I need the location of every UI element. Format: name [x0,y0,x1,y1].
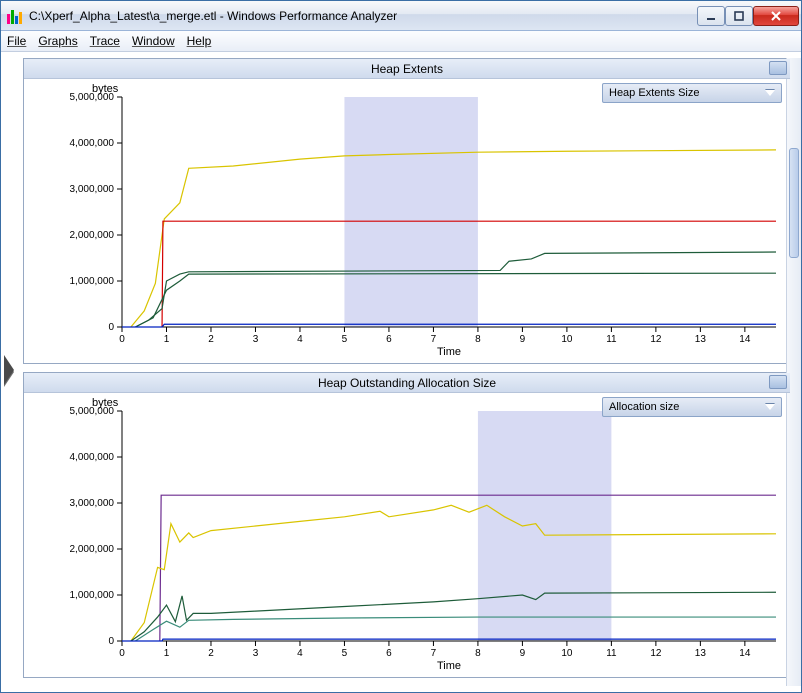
svg-text:5,000,000: 5,000,000 [70,406,115,417]
svg-text:4,000,000: 4,000,000 [70,138,115,149]
svg-text:3: 3 [253,334,259,345]
chevron-down-icon [765,90,775,96]
svg-text:6: 6 [386,334,392,345]
svg-text:2,000,000: 2,000,000 [70,544,115,555]
svg-text:2: 2 [208,648,214,659]
chart-heap-outstanding[interactable]: 0 1,000,000 2,000,000 3,000,000 4,000,000 5,0… [44,395,782,673]
menu-help[interactable]: Help [187,34,212,48]
chart-heap-extents[interactable]: 0 1,000,000 2,000,000 3,000,000 4,000,000 5,0… [44,81,782,359]
svg-text:11: 11 [606,334,617,345]
svg-text:3,000,000: 3,000,000 [70,498,115,509]
svg-text:4: 4 [297,648,303,659]
svg-text:4,000,000: 4,000,000 [70,452,115,463]
svg-text:10: 10 [561,648,573,659]
svg-text:11: 11 [606,648,617,659]
svg-text:8: 8 [475,648,481,659]
maximize-button[interactable] [725,6,753,26]
svg-text:1,000,000: 1,000,000 [70,590,115,601]
svg-text:13: 13 [695,334,707,345]
svg-text:1: 1 [164,648,170,659]
svg-text:0: 0 [119,648,125,659]
svg-text:2: 2 [208,334,214,345]
collapse-button[interactable] [769,375,787,389]
svg-text:6: 6 [386,648,392,659]
svg-text:3: 3 [253,648,259,659]
menu-trace[interactable]: Trace [90,34,120,48]
minimize-icon [706,11,716,21]
panel-heap-extents: Heap Extents Heap Extents Size bytes 01,… [23,58,791,364]
svg-text:5,000,000: 5,000,000 [70,92,115,103]
svg-text:12: 12 [650,334,662,345]
svg-text:14: 14 [739,334,751,345]
svg-text:0: 0 [119,334,125,345]
app-icon [7,8,23,24]
svg-text:2,000,000: 2,000,000 [70,230,115,241]
svg-text:14: 14 [739,648,751,659]
chevron-right-icon [2,353,16,391]
svg-text:9: 9 [520,648,526,659]
titlebar[interactable]: C:\Xperf_Alpha_Latest\a_merge.etl - Wind… [1,1,801,31]
svg-text:1,000,000: 1,000,000 [70,276,115,287]
svg-text:7: 7 [431,334,437,345]
menu-file[interactable]: File [7,34,26,48]
minimize-button[interactable] [697,6,725,26]
legend-dropdown[interactable]: Allocation size [602,397,782,417]
client-area: Heap Extents Heap Extents Size bytes 01,… [1,52,801,692]
svg-text:9: 9 [520,334,526,345]
svg-text:7: 7 [431,648,437,659]
svg-text:12: 12 [650,648,662,659]
panel-header[interactable]: Heap Outstanding Allocation Size [24,373,790,393]
legend-dropdown[interactable]: Heap Extents Size [602,83,782,103]
menu-window[interactable]: Window [132,34,175,48]
svg-text:Time: Time [437,346,461,358]
chevron-down-icon [765,404,775,410]
panel-title: Heap Extents [371,62,443,76]
svg-text:0: 0 [108,322,114,333]
svg-text:3,000,000: 3,000,000 [70,184,115,195]
close-button[interactable] [753,6,799,26]
window-controls [697,6,799,26]
legend-label: Allocation size [609,401,679,413]
side-expand-tab[interactable] [1,351,17,393]
svg-text:Time: Time [437,660,461,672]
legend-label: Heap Extents Size [609,87,700,99]
panel-header[interactable]: Heap Extents [24,59,790,79]
window-title: C:\Xperf_Alpha_Latest\a_merge.etl - Wind… [29,9,697,23]
svg-text:10: 10 [561,334,573,345]
panel-body: Allocation size bytes 01,000,0002,000,00… [24,393,790,677]
panel-heap-outstanding: Heap Outstanding Allocation Size Allocat… [23,372,791,678]
scrollbar-thumb[interactable] [789,148,799,258]
svg-text:8: 8 [475,334,481,345]
close-icon [770,11,782,21]
svg-text:5: 5 [342,334,348,345]
svg-text:4: 4 [297,334,303,345]
svg-text:5: 5 [342,648,348,659]
menu-graphs[interactable]: Graphs [38,34,77,48]
app-window: C:\Xperf_Alpha_Latest\a_merge.etl - Wind… [0,0,802,693]
collapse-button[interactable] [769,61,787,75]
panel-title: Heap Outstanding Allocation Size [318,376,496,390]
svg-text:0: 0 [108,636,114,647]
maximize-icon [734,11,744,21]
panel-body: Heap Extents Size bytes 01,000,0002,000,… [24,79,790,363]
menubar: File Graphs Trace Window Help [1,31,801,52]
svg-text:1: 1 [164,334,170,345]
svg-text:13: 13 [695,648,707,659]
